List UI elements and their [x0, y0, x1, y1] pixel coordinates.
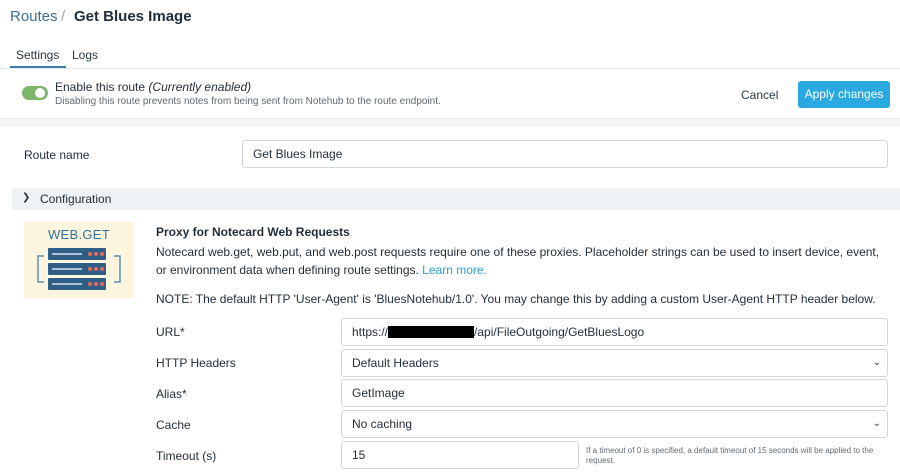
chevron-down-icon: ⌄ — [872, 357, 881, 368]
cache-label: Cache — [156, 418, 191, 432]
redacted-host — [388, 326, 475, 338]
cache-value: No caching — [352, 417, 413, 431]
timeout-help-text: If a timeout of 0 is specified, a defaul… — [586, 446, 874, 465]
proxy-description: Notecard web.get, web.put, and web.post … — [156, 243, 891, 279]
chevron-down-icon[interactable]: ❯ — [22, 192, 30, 203]
url-suffix: /api/FileOutgoing/GetBluesLogo — [474, 325, 645, 339]
web-get-logo-text: WEB.GET — [47, 227, 111, 242]
url-input[interactable]: https:// /api/FileOutgoing/GetBluesLogo — [341, 318, 888, 346]
breadcrumb-routes-link[interactable]: Routes — [10, 8, 58, 25]
tab-logs[interactable]: Logs — [72, 48, 98, 62]
enable-route-state: (Currently enabled) — [148, 80, 252, 94]
apply-changes-button[interactable]: Apply changes — [798, 81, 890, 108]
url-label: URL* — [156, 325, 185, 339]
http-headers-select[interactable]: Default Headers ⌄ — [341, 349, 888, 377]
configuration-title: Configuration — [40, 192, 112, 206]
http-headers-label: HTTP Headers — [156, 356, 236, 370]
proxy-title: Proxy for Notecard Web Requests — [156, 225, 350, 239]
url-prefix: https:// — [352, 325, 389, 339]
enable-route-title: Enable this route — [55, 80, 146, 94]
route-name-input[interactable]: Get Blues Image — [242, 140, 888, 168]
timeout-label: Timeout (s) — [156, 449, 217, 463]
alias-label: Alias* — [156, 387, 187, 401]
learn-more-link[interactable]: Learn more. — [422, 263, 487, 277]
route-name-label: Route name — [24, 148, 90, 162]
timeout-input[interactable]: 15 — [341, 441, 579, 469]
alias-input[interactable]: GetImage — [341, 379, 888, 407]
tabs-divider — [0, 68, 900, 69]
proxy-description-text: Notecard web.get, web.put, and web.post … — [156, 245, 880, 277]
user-agent-note: NOTE: The default HTTP 'User-Agent' is '… — [156, 292, 876, 306]
cancel-button[interactable]: Cancel — [741, 88, 778, 102]
chevron-down-icon: ⌄ — [872, 418, 881, 429]
cache-select[interactable]: No caching ⌄ — [341, 410, 888, 438]
configuration-header[interactable] — [12, 188, 900, 210]
tab-settings[interactable]: Settings — [16, 48, 59, 62]
breadcrumb-separator: / — [61, 8, 66, 25]
section-divider — [0, 118, 900, 127]
http-headers-value: Default Headers — [352, 356, 439, 370]
enable-route-description: Disabling this route prevents notes from… — [55, 96, 441, 107]
toggle-knob — [35, 88, 45, 98]
page-title: Get Blues Image — [74, 8, 192, 25]
enable-route-label: Enable this route (Currently enabled) — [55, 80, 251, 94]
